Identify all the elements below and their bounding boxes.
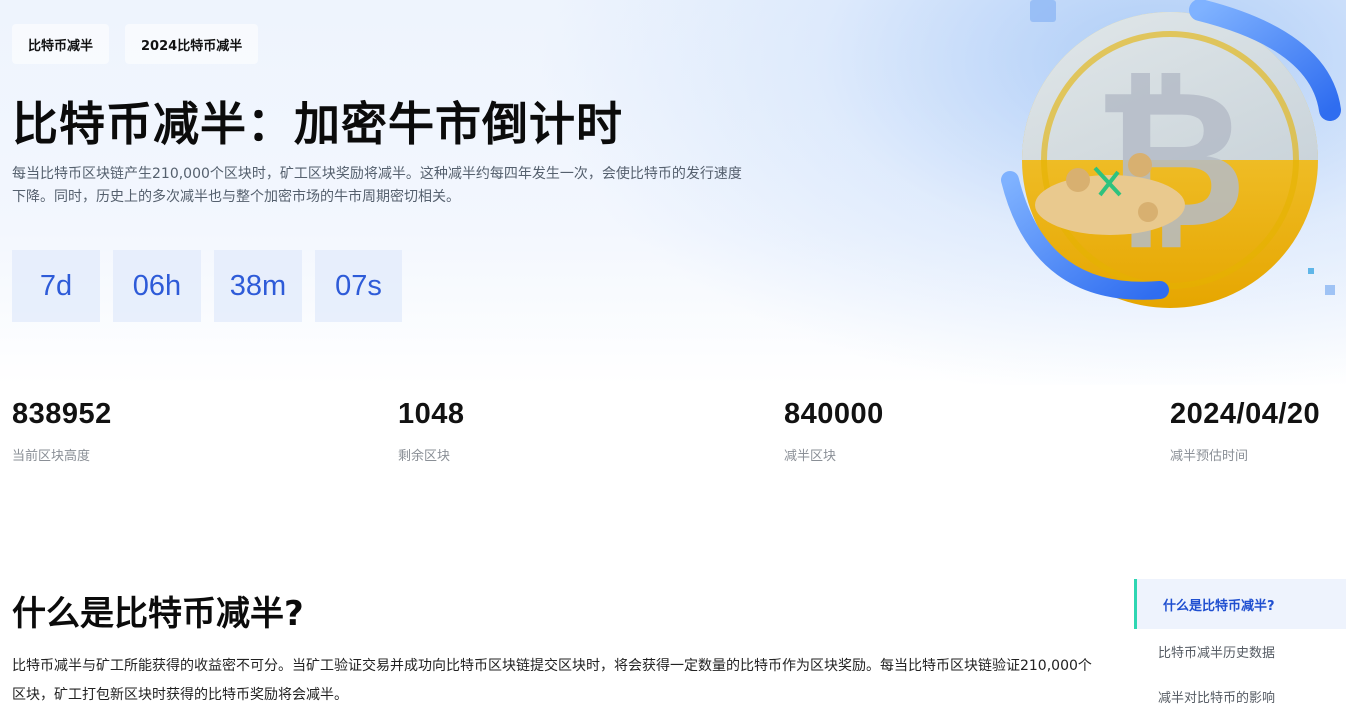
stat-halving-block: 840000 减半区块	[784, 398, 884, 464]
stat-label: 减半区块	[784, 449, 837, 464]
stat-remaining-blocks: 1048 剩余区块	[398, 398, 465, 464]
page-title: 比特币减半：加密牛市倒计时	[12, 97, 623, 151]
bitcoin-coin-icon: ₿	[1001, 0, 1341, 308]
stat-value: 840000	[784, 398, 884, 430]
stat-value: 838952	[12, 398, 112, 430]
stat-current-block-height: 838952 当前区块高度	[12, 398, 112, 464]
stat-halving-estimated-time: 2024/04/20 减半预估时间	[1170, 398, 1320, 464]
toc-item-what-is-halving[interactable]: 什么是比特币减半?	[1134, 579, 1346, 629]
stat-value: 2024/04/20	[1170, 398, 1321, 430]
countdown-minutes: 38m	[214, 250, 302, 322]
tag-2024-btc-halving[interactable]: 2024比特币减半	[125, 24, 259, 64]
stat-label: 当前区块高度	[12, 449, 91, 464]
table-of-contents: 什么是比特币减半? 比特币减半历史数据 减半对比特币的影响	[1134, 579, 1346, 719]
tag-btc-halving[interactable]: 比特币减半	[12, 24, 110, 64]
section-title: 什么是比特币减半?	[12, 594, 304, 634]
toc-item-halving-history[interactable]: 比特币减半历史数据	[1134, 629, 1346, 674]
toc-item-halving-impact[interactable]: 减半对比特币的影响	[1134, 674, 1346, 719]
hero-description: 每当比特币区块链产生210,000个区块时，矿工区块奖励将减半。这种减半约每四年…	[12, 166, 742, 205]
countdown-seconds: 07s	[315, 250, 402, 322]
countdown-hours: 06h	[113, 250, 201, 322]
bitcoin-coin-illustration: ₿	[1000, 0, 1346, 330]
countdown-timer: 7d 06h 38m 07s	[12, 250, 402, 322]
svg-text:₿: ₿	[1093, 49, 1248, 270]
breadcrumb-tags: 比特币减半 2024比特币减半	[12, 24, 259, 64]
section-body: 比特币减半与矿工所能获得的收益密不可分。当矿工验证交易并成功向比特币区块链提交区…	[12, 658, 1092, 703]
stat-label: 减半预估时间	[1170, 449, 1249, 464]
stat-label: 剩余区块	[398, 449, 451, 464]
stat-value: 1048	[398, 398, 465, 430]
countdown-days: 7d	[12, 250, 100, 322]
